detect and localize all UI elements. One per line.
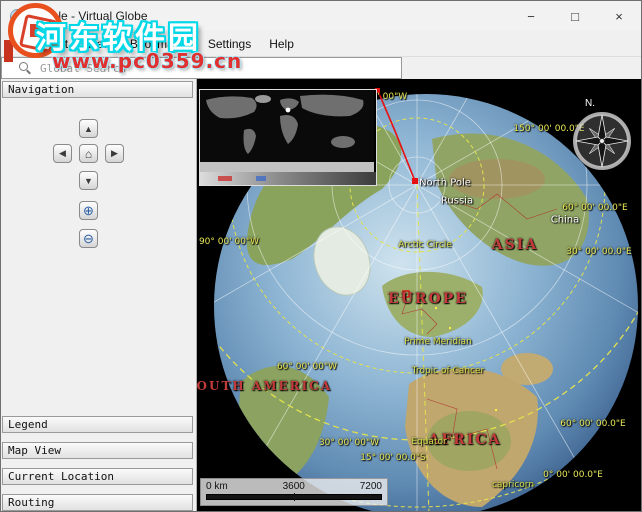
map-scale-bar: 0 km 3600 7200 xyxy=(200,478,388,506)
menu-view[interactable]: View xyxy=(77,31,121,56)
map-label: 0° 00' 00.0"E xyxy=(543,470,603,480)
map-label: 60° 00' 00.0"E xyxy=(562,203,627,213)
pan-down-button[interactable]: ▼ xyxy=(79,171,98,190)
scale-tick-0: 0 km xyxy=(206,481,228,492)
map-label: Russia xyxy=(441,196,473,207)
menu-settings[interactable]: Settings xyxy=(199,31,260,56)
pan-up-button[interactable]: ▲ xyxy=(79,119,98,138)
compass-north-label: N. xyxy=(585,98,595,109)
title-bar: Marble - Virtual Globe − □ × xyxy=(1,1,641,31)
search-icon xyxy=(19,62,32,75)
scale-labels: 0 km 3600 7200 xyxy=(206,481,382,492)
panel-navigation[interactable]: Navigation xyxy=(2,81,193,98)
map-label: 60° 00' 00.0"E xyxy=(560,419,625,429)
app-globe-icon xyxy=(10,9,25,24)
compass-icon xyxy=(570,109,634,173)
map-label: EUROPE xyxy=(388,291,468,307)
pan-left-button[interactable]: ◀ xyxy=(53,144,72,163)
map-label: Prime Meridian xyxy=(404,337,472,347)
panel-legend[interactable]: Legend xyxy=(2,416,193,433)
map-label: Tropic of Cancer xyxy=(412,366,484,376)
map-label: 60° 00' 00"W xyxy=(277,362,337,372)
map-label: 15° 00' 00.0"S xyxy=(360,453,426,463)
sidebar: Navigation ▲ ◀ ⌂ ▶ ▼ ⊕ ⊖ Legend Map View… xyxy=(1,79,197,511)
map-label: Arctic Circle xyxy=(398,240,452,250)
scale-tick-2: 7200 xyxy=(360,481,382,492)
home-button[interactable]: ⌂ xyxy=(79,144,98,163)
search-row xyxy=(1,57,641,81)
window-title: Marble - Virtual Globe xyxy=(31,9,148,23)
map-label: ASIA xyxy=(492,237,538,253)
menu-bookmarks[interactable]: Bookmarks xyxy=(121,31,199,56)
map-label: SOUTH AMERICA xyxy=(197,379,332,393)
window-controls: − □ × xyxy=(509,1,641,31)
panel-current-location[interactable]: Current Location xyxy=(2,468,193,485)
menu-file[interactable]: File xyxy=(1,31,38,56)
menu-edit[interactable]: Edit xyxy=(38,31,77,56)
overview-world-image xyxy=(200,90,374,172)
map-label: 30° 00' 00"W xyxy=(319,438,379,448)
maximize-button[interactable]: □ xyxy=(553,1,597,31)
app-window: Marble - Virtual Globe − □ × File Edit V… xyxy=(0,0,642,512)
scale-tick-1: 3600 xyxy=(283,481,305,492)
map-label: China xyxy=(551,215,580,226)
map-label: Equator xyxy=(411,437,446,447)
close-button[interactable]: × xyxy=(597,1,641,31)
overview-strip xyxy=(200,172,376,185)
map-label: capricorn xyxy=(492,480,534,490)
zoom-in-button[interactable]: ⊕ xyxy=(79,201,98,220)
search-box xyxy=(1,57,402,79)
panel-routing[interactable]: Routing xyxy=(2,494,193,511)
content-area: Navigation ▲ ◀ ⌂ ▶ ▼ ⊕ ⊖ Legend Map View… xyxy=(1,79,641,511)
overview-map[interactable] xyxy=(199,89,377,186)
pan-right-button[interactable]: ▶ xyxy=(105,144,124,163)
menu-help[interactable]: Help xyxy=(260,31,303,56)
minimize-button[interactable]: − xyxy=(509,1,553,31)
map-label: 90° 00' 00"W xyxy=(199,237,259,247)
scale-ruler xyxy=(206,494,382,500)
map-viewport[interactable]: N. xyxy=(197,79,641,511)
compass-rose[interactable] xyxy=(570,109,634,173)
zoom-out-button[interactable]: ⊖ xyxy=(79,229,98,248)
map-label: North Pole xyxy=(419,178,471,189)
menu-bar: File Edit View Bookmarks Settings Help xyxy=(1,31,641,57)
search-input[interactable] xyxy=(38,61,401,76)
map-label: 30° 00' 00.0"E xyxy=(566,247,631,257)
panel-map-view[interactable]: Map View xyxy=(2,442,193,459)
